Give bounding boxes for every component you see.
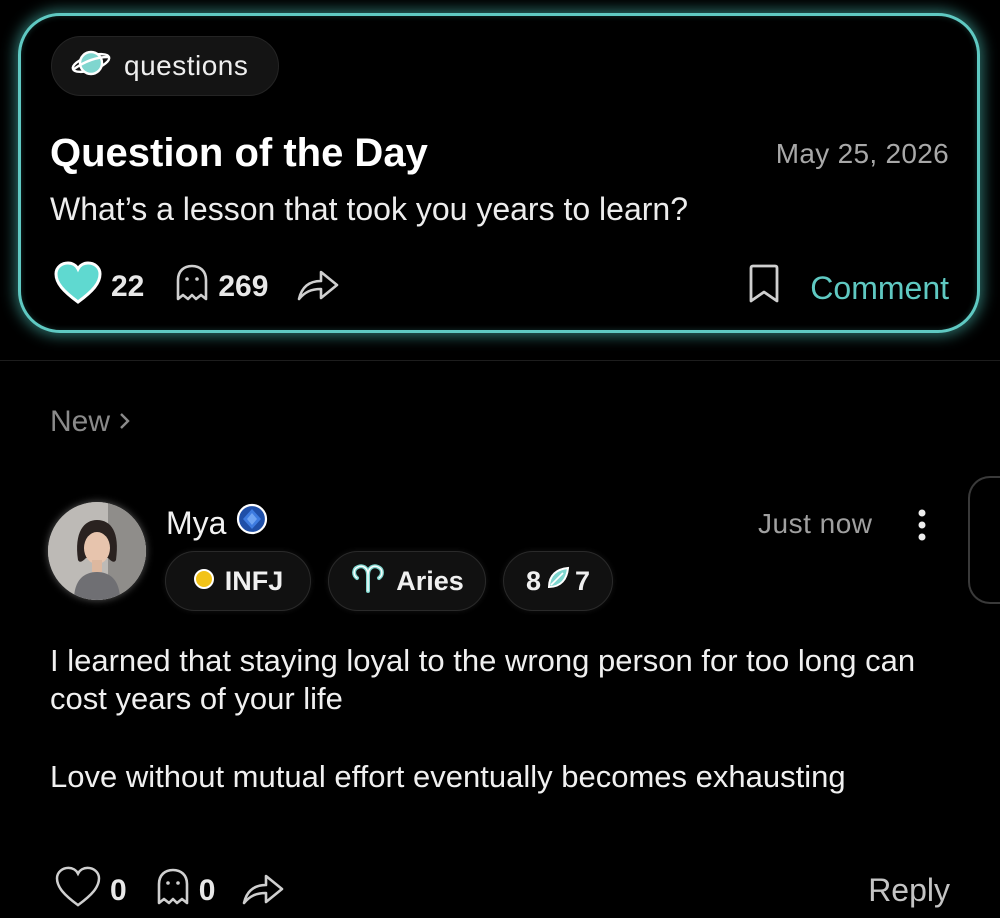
comment-button[interactable]: Comment [810,270,949,307]
chevron-right-icon [118,405,132,439]
planet-icon [70,45,112,88]
question-text: What’s a lesson that took you years to l… [50,191,688,227]
card-title: Question of the Day [50,131,428,175]
numerology-left: 8 [525,565,541,596]
post-body: I learned that staying loyal to the wron… [50,642,950,836]
personality-badge[interactable]: INFJ [165,551,311,611]
topic-tag[interactable]: questions [51,36,279,96]
new-section-label: New [50,405,111,438]
author-row[interactable]: Mya [166,503,268,543]
more-options-icon[interactable] [905,505,939,545]
question-of-the-day-card[interactable]: questions Question of the Day May 25, 20… [18,13,980,333]
post-paragraph: I learned that staying loyal to the wron… [50,643,916,716]
ghost-icon [174,263,210,311]
aries-icon [350,563,386,600]
comment-count: 269 [218,270,269,303]
zodiac-badge[interactable]: Aries [328,551,486,611]
dot-icon [193,566,215,597]
post-time: Just now [758,508,873,539]
ghost-icon [155,867,191,915]
like-button[interactable]: 22 [53,261,144,313]
heart-outline-icon [54,866,102,916]
like-count: 0 [110,874,127,907]
leaf-icon [545,565,571,598]
personality-label: INFJ [224,565,284,596]
heart-filled-icon [53,261,103,313]
numerology-right: 7 [575,565,591,596]
bookmark-icon[interactable] [746,263,782,313]
topic-tag-label: questions [124,50,249,81]
avatar[interactable] [48,502,146,600]
like-count: 22 [111,270,145,303]
reply-button[interactable]: Reply [868,872,950,909]
post-paragraph: Love without mutual effort eventually be… [50,759,846,794]
share-icon[interactable] [296,266,340,309]
card-date: May 25, 2026 [775,138,949,169]
zodiac-label: Aries [396,565,464,596]
side-drawer-handle[interactable] [968,476,1000,604]
like-button[interactable]: 0 [54,866,127,916]
comments-button[interactable]: 0 [155,867,216,915]
share-icon[interactable] [241,870,285,913]
sapphire-gem-icon [236,503,268,543]
numerology-badge[interactable]: 8 7 [503,551,613,611]
comments-button[interactable]: 269 [174,263,268,311]
new-section-link[interactable]: New [50,405,132,439]
author-name: Mya [166,504,227,541]
comment-count: 0 [198,874,216,907]
section-divider [0,360,1000,361]
